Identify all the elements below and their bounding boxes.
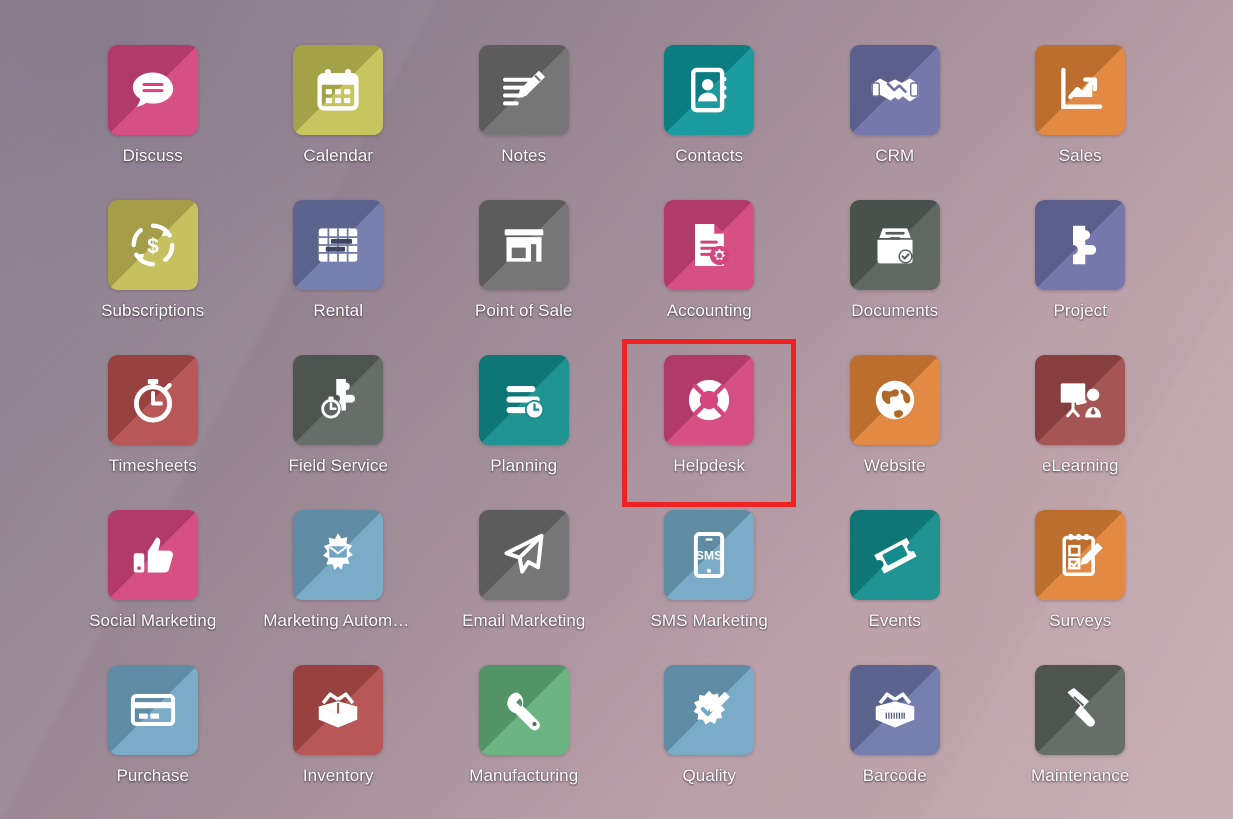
chat-bubble-icon[interactable]: [107, 45, 198, 135]
svg-text:$: $: [147, 235, 159, 258]
app-label-maintenance: Maintenance: [1031, 766, 1130, 785]
file-drawer-check-icon[interactable]: [849, 200, 940, 290]
app-label-sms-marketing: SMS Marketing: [650, 611, 768, 630]
app-label-point-of-sale: Point of Sale: [474, 301, 573, 320]
quality-badge-pencil-icon[interactable]: [664, 665, 755, 755]
whiteboard-teacher-icon[interactable]: [1035, 355, 1126, 445]
note-pencil-icon[interactable]: [478, 45, 569, 135]
app-notes[interactable]: Notes: [431, 45, 617, 200]
lifebuoy-icon[interactable]: [664, 355, 755, 445]
app-label-purchase: Purchase: [116, 766, 190, 785]
growth-chart-icon[interactable]: [1035, 45, 1126, 135]
app-rental[interactable]: Rental: [246, 200, 432, 355]
app-label-events: Events: [868, 611, 922, 630]
app-surveys[interactable]: Surveys: [988, 510, 1174, 665]
app-label-quality: Quality: [682, 766, 737, 785]
app-label-calendar: Calendar: [303, 146, 374, 165]
app-label-timesheets: Timesheets: [108, 456, 197, 475]
app-email-marketing[interactable]: Email Marketing: [431, 510, 617, 665]
app-label-manufacturing: Manufacturing: [469, 766, 579, 785]
stopwatch-icon[interactable]: [107, 355, 198, 445]
app-label-project: Project: [1053, 301, 1108, 320]
clipboard-pencil-icon[interactable]: [1035, 510, 1126, 600]
app-discuss[interactable]: Discuss: [60, 45, 246, 200]
app-label-barcode: Barcode: [862, 766, 927, 785]
app-label-accounting: Accounting: [666, 301, 752, 320]
app-subscriptions[interactable]: $ Subscriptions: [60, 200, 246, 355]
gear-envelope-icon[interactable]: [293, 510, 384, 600]
app-label-website: Website: [863, 456, 926, 475]
app-helpdesk[interactable]: Helpdesk: [617, 355, 803, 510]
thumbs-up-icon[interactable]: [107, 510, 198, 600]
app-label-subscriptions: Subscriptions: [101, 301, 205, 320]
puzzle-stopwatch-icon[interactable]: [293, 355, 384, 445]
app-inventory[interactable]: Inventory: [246, 665, 432, 819]
app-label-contacts: Contacts: [675, 146, 744, 165]
barcode-box-icon[interactable]: [849, 665, 940, 755]
app-label-rental: Rental: [313, 301, 364, 320]
app-label-email-marketing: Email Marketing: [462, 611, 586, 630]
app-label-planning: Planning: [490, 456, 558, 475]
app-label-crm: CRM: [875, 146, 915, 165]
app-maintenance[interactable]: Maintenance: [988, 665, 1174, 819]
app-manufacturing[interactable]: Manufacturing: [431, 665, 617, 819]
paper-plane-icon[interactable]: [478, 510, 569, 600]
recurring-dollar-icon[interactable]: $: [107, 200, 198, 290]
app-label-documents: Documents: [851, 301, 939, 320]
app-label-marketing-automat: Marketing Automat…: [263, 611, 414, 630]
app-field-service[interactable]: Field Service: [246, 355, 432, 510]
app-label-social-marketing: Social Marketing: [89, 611, 217, 630]
app-project[interactable]: Project: [988, 200, 1174, 355]
app-events[interactable]: Events: [802, 510, 988, 665]
sms-phone-icon[interactable]: SMS: [664, 510, 755, 600]
invoice-gear-icon[interactable]: [664, 200, 755, 290]
svg-text:SMS: SMS: [696, 548, 723, 562]
calendar-icon[interactable]: [293, 45, 384, 135]
app-crm[interactable]: CRM: [802, 45, 988, 200]
app-timesheets[interactable]: Timesheets: [60, 355, 246, 510]
credit-card-icon[interactable]: [107, 665, 198, 755]
wrench-icon[interactable]: [478, 665, 569, 755]
app-quality[interactable]: Quality: [617, 665, 803, 819]
app-planning[interactable]: Planning: [431, 355, 617, 510]
open-box-icon[interactable]: [293, 665, 384, 755]
app-label-discuss: Discuss: [122, 146, 183, 165]
storefront-icon[interactable]: [478, 200, 569, 290]
app-documents[interactable]: Documents: [802, 200, 988, 355]
handshake-icon[interactable]: [849, 45, 940, 135]
app-contacts[interactable]: Contacts: [617, 45, 803, 200]
app-label-elearning: eLearning: [1041, 456, 1119, 475]
puzzle-piece-icon[interactable]: [1035, 200, 1126, 290]
app-elearning[interactable]: eLearning: [988, 355, 1174, 510]
app-social-marketing[interactable]: Social Marketing: [60, 510, 246, 665]
desktop-wallpaper: Discuss Calendar Notes Contacts CRM Sales $ Sub…: [0, 0, 1233, 819]
app-marketing-automat[interactable]: Marketing Automat…: [246, 510, 432, 665]
address-book-icon[interactable]: [664, 45, 755, 135]
app-label-sales: Sales: [1058, 146, 1102, 165]
app-sms-marketing[interactable]: SMS SMS Marketing: [617, 510, 803, 665]
globe-icon[interactable]: [849, 355, 940, 445]
planning-bars-clock-icon[interactable]: [478, 355, 569, 445]
app-label-field-service: Field Service: [288, 456, 389, 475]
apps-grid: Discuss Calendar Notes Contacts CRM Sales $ Sub…: [0, 0, 1233, 819]
app-website[interactable]: Website: [802, 355, 988, 510]
app-label-inventory: Inventory: [302, 766, 374, 785]
app-label-surveys: Surveys: [1049, 611, 1112, 630]
app-purchase[interactable]: Purchase: [60, 665, 246, 819]
app-accounting[interactable]: Accounting: [617, 200, 803, 355]
rental-gantt-icon[interactable]: [293, 200, 384, 290]
app-sales[interactable]: Sales: [988, 45, 1174, 200]
app-label-notes: Notes: [501, 146, 547, 165]
app-calendar[interactable]: Calendar: [246, 45, 432, 200]
hammer-icon[interactable]: [1035, 665, 1126, 755]
app-label-helpdesk: Helpdesk: [673, 456, 746, 475]
app-point-of-sale[interactable]: Point of Sale: [431, 200, 617, 355]
ticket-icon[interactable]: [849, 510, 940, 600]
app-barcode[interactable]: Barcode: [802, 665, 988, 819]
